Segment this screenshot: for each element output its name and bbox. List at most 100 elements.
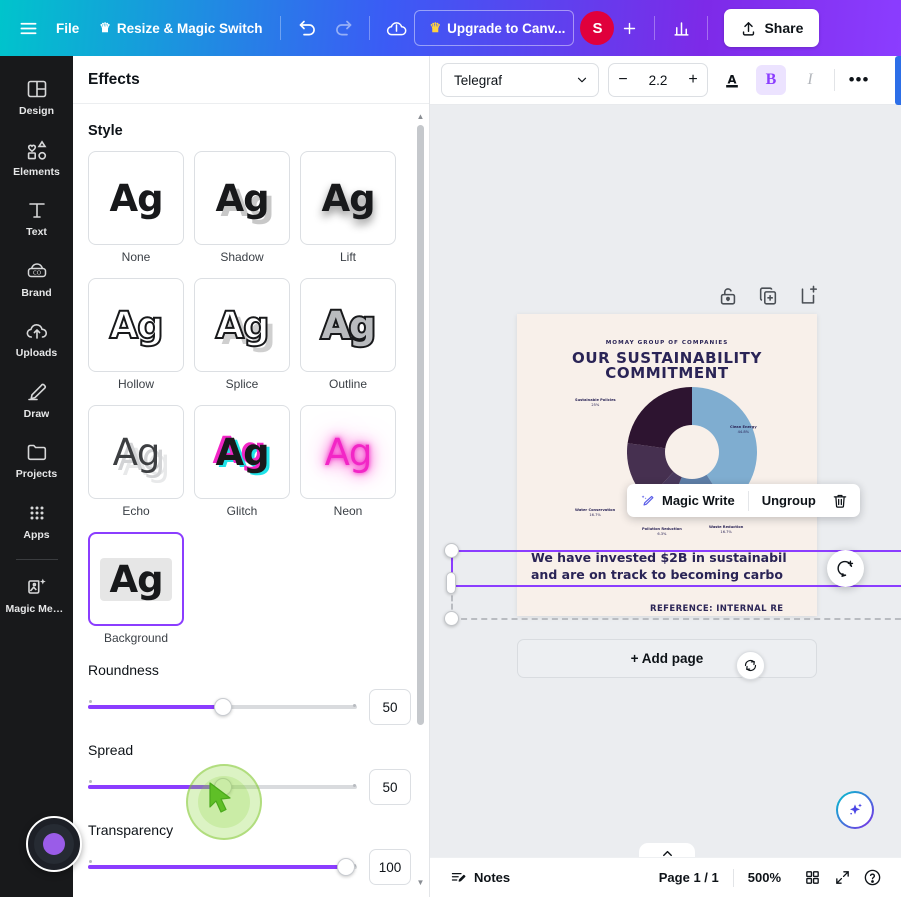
style-option-label: Background xyxy=(103,631,169,645)
font-size-input[interactable]: 2.2 xyxy=(637,73,679,88)
insights-button[interactable] xyxy=(663,10,699,46)
ai-assistant-button[interactable] xyxy=(836,791,874,829)
font-size-stepper[interactable]: − 2.2 + xyxy=(608,63,708,97)
style-option-glitch[interactable]: Ag Glitch xyxy=(194,405,290,518)
slider-track-transparency[interactable] xyxy=(88,858,357,876)
undo-button[interactable] xyxy=(289,10,325,46)
style-preview: Ag xyxy=(88,278,184,372)
recorder-ring xyxy=(34,824,74,864)
more-options-button[interactable]: ••• xyxy=(844,65,874,95)
slider-max-dot xyxy=(353,704,356,707)
zoom-level-button[interactable]: 500% xyxy=(742,864,787,892)
bold-button[interactable]: B xyxy=(756,65,786,95)
svg-text:A: A xyxy=(727,72,736,86)
style-option-outline[interactable]: Ag Outline xyxy=(300,278,396,391)
style-option-shadow[interactable]: Ag Shadow xyxy=(194,151,290,264)
panel-scrollbar[interactable]: ▲ ▼ xyxy=(416,111,425,889)
trash-icon xyxy=(833,494,847,508)
font-family-select[interactable]: Telegraf xyxy=(441,63,599,97)
slider-value-input-roundness[interactable]: 50 xyxy=(369,689,411,725)
style-option-none[interactable]: Ag None xyxy=(88,151,184,264)
sidebar-item-magic-media[interactable]: Magic Med... xyxy=(5,566,69,623)
share-button[interactable]: Share xyxy=(724,9,820,47)
sidebar-item-projects[interactable]: Projects xyxy=(5,431,69,488)
sidebar-item-brand[interactable]: CO Brand xyxy=(5,250,69,307)
sidebar-item-label: Brand xyxy=(21,287,52,299)
slider-value-input-spread[interactable]: 50 xyxy=(369,769,411,805)
upgrade-to-canva-pro-button[interactable]: ♛ Upgrade to Canv... xyxy=(414,10,575,46)
slider-knob-transparency[interactable] xyxy=(337,858,356,876)
fullscreen-button[interactable] xyxy=(827,864,857,892)
slider-fill xyxy=(88,785,223,789)
design-body-text[interactable]: We have invested $2B in sustainabil and … xyxy=(531,550,803,584)
regenerate-button[interactable] xyxy=(736,651,765,680)
style-option-splice[interactable]: Ag Splice xyxy=(194,278,290,391)
style-option-label: None xyxy=(121,250,151,264)
style-option-hollow[interactable]: Ag Hollow xyxy=(88,278,184,391)
font-size-decrease-button[interactable]: − xyxy=(609,64,637,96)
redo-button[interactable] xyxy=(325,10,361,46)
add-page-icon[interactable] xyxy=(797,285,819,307)
file-menu-button[interactable]: File xyxy=(46,12,89,44)
selection-border-top xyxy=(451,550,901,552)
magic-write-button[interactable]: Magic Write xyxy=(636,488,739,514)
context-toolbar-divider xyxy=(747,490,749,511)
slider-track-spread[interactable] xyxy=(88,778,357,796)
notes-button[interactable]: Notes xyxy=(444,864,516,892)
lock-icon[interactable] xyxy=(717,285,739,307)
sidebar-item-uploads[interactable]: Uploads xyxy=(5,310,69,367)
style-sample-text: Ag xyxy=(215,430,269,474)
slider-knob-spread[interactable] xyxy=(213,778,232,796)
apps-icon xyxy=(30,506,43,520)
resize-magic-switch-button[interactable]: ♛ Resize & Magic Switch xyxy=(89,12,272,44)
slider-group: Roundness 50 Spread 50 Transparency 100 xyxy=(88,662,411,885)
sidebar-item-elements[interactable]: Elements xyxy=(5,129,69,186)
panel-header: Effects xyxy=(73,56,429,104)
design-page[interactable]: MOMAY GROUP OF COMPANIES OUR SUSTAINABIL… xyxy=(517,314,817,616)
upload-icon xyxy=(743,21,755,36)
add-collaborator-button[interactable] xyxy=(612,11,646,45)
style-option-label: Hollow xyxy=(117,377,154,391)
chart-label-water-conservation: Water Conservation 16.7% xyxy=(575,508,615,518)
selection-handle-top-left[interactable] xyxy=(444,543,459,558)
slider-knob-roundness[interactable] xyxy=(213,698,232,716)
scroll-down-arrow[interactable]: ▼ xyxy=(416,877,425,889)
sidebar-item-text[interactable]: Text xyxy=(5,189,69,246)
style-option-neon[interactable]: Ag Neon xyxy=(300,405,396,518)
right-panel-tab[interactable] xyxy=(895,56,901,105)
slider-track-roundness[interactable] xyxy=(88,698,357,716)
avatar[interactable]: S xyxy=(580,11,615,45)
style-option-echo[interactable]: Ag Echo xyxy=(88,405,184,518)
ungroup-button[interactable]: Ungroup xyxy=(758,488,820,514)
add-page-label: + Add page xyxy=(630,651,704,666)
scroll-thumb[interactable] xyxy=(417,125,424,725)
text-color-button[interactable]: A xyxy=(717,65,747,95)
delete-button[interactable] xyxy=(829,488,851,514)
slider-label: Roundness xyxy=(88,662,159,678)
notes-icon xyxy=(451,872,466,882)
grid-view-button[interactable] xyxy=(797,864,827,892)
add-page-button[interactable]: + Add page xyxy=(517,639,817,678)
help-button[interactable] xyxy=(857,864,887,892)
add-comment-button[interactable] xyxy=(827,550,864,587)
cloud-saved-button[interactable] xyxy=(378,10,414,46)
slider-value-input-transparency[interactable]: 100 xyxy=(369,849,411,885)
duplicate-icon[interactable] xyxy=(757,285,779,307)
left-rail: Design Elements Text CO Brand Uploads Dr… xyxy=(0,56,73,897)
scroll-up-arrow[interactable]: ▲ xyxy=(416,111,425,123)
sidebar-item-design[interactable]: Design xyxy=(5,68,69,125)
redo-icon xyxy=(336,20,352,35)
sidebar-item-draw[interactable]: Draw xyxy=(5,371,69,428)
screen-recorder-widget[interactable] xyxy=(26,816,82,872)
page-indicator[interactable]: Page 1 / 1 xyxy=(653,864,725,892)
selection-handle-bottom-left[interactable] xyxy=(444,611,459,626)
font-size-increase-button[interactable]: + xyxy=(679,64,707,96)
italic-button[interactable]: I xyxy=(795,65,825,95)
selection-handle-middle-left[interactable] xyxy=(446,572,456,594)
style-option-lift[interactable]: Ag Lift xyxy=(300,151,396,264)
slider-row-spread: Spread 50 xyxy=(88,742,411,805)
style-sample-text: Ag xyxy=(214,303,270,347)
style-option-background[interactable]: Ag Background xyxy=(88,532,184,645)
hamburger-menu-button[interactable] xyxy=(10,10,46,46)
sidebar-item-apps[interactable]: Apps xyxy=(5,492,69,549)
